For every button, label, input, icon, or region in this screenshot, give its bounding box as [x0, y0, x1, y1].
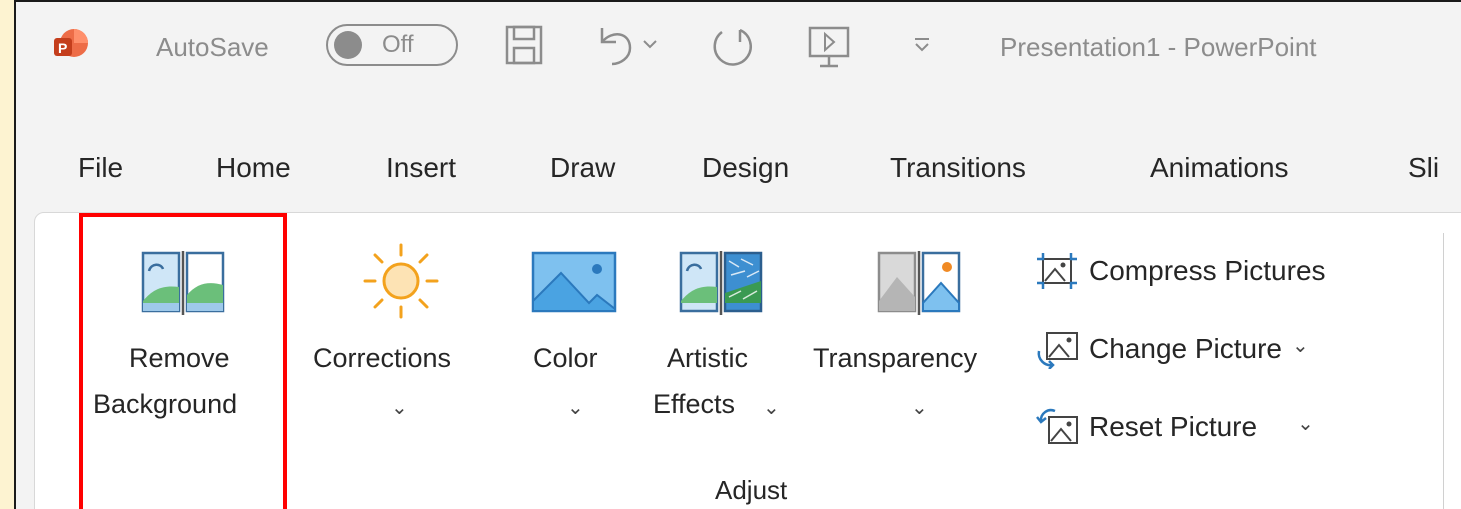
corrections-label: Corrections	[313, 343, 452, 373]
reset-picture-chevron-icon[interactable]: ⌄	[1297, 411, 1314, 436]
tab-draw[interactable]: Draw	[550, 152, 615, 184]
document-title: Presentation1 - PowerPoint	[1000, 32, 1317, 62]
ribbon-panel: Remove Background Corrections ⌄ Color ⌄ …	[34, 212, 1461, 509]
group-divider	[1443, 233, 1444, 509]
change-picture-button[interactable]: Change Picture ⌄	[1035, 327, 1309, 371]
save-icon[interactable]	[504, 24, 544, 66]
adjust-group-label: Adjust	[715, 475, 788, 505]
tab-animations[interactable]: Animations	[1150, 152, 1289, 184]
change-picture-label: Change Picture	[1089, 333, 1283, 364]
svg-text:P: P	[58, 40, 67, 56]
tab-home[interactable]: Home	[216, 152, 291, 184]
tab-design[interactable]: Design	[702, 152, 789, 184]
artistic-effects-icon	[679, 251, 763, 315]
autosave-state: Off	[382, 31, 414, 58]
color-picture-icon	[531, 251, 617, 313]
transparency-chevron-icon: ⌄	[911, 397, 928, 419]
artistic-effects-button[interactable]: Artistic Effects ⌄	[635, 213, 805, 453]
artistic-effects-label-line2: Effects	[653, 389, 736, 419]
reset-picture-button[interactable]: Reset Picture ⌄	[1035, 405, 1314, 449]
corrections-sun-icon	[363, 243, 439, 319]
powerpoint-logo-icon[interactable]: P	[54, 28, 88, 62]
toggle-knob	[334, 31, 362, 59]
change-picture-icon	[1037, 332, 1078, 369]
present-from-start-icon[interactable]	[806, 24, 852, 70]
artistic-effects-chevron-icon: ⌄	[763, 397, 780, 419]
reset-picture-label: Reset Picture	[1089, 411, 1258, 442]
customize-qat-icon[interactable]	[912, 36, 932, 54]
title-bar: P AutoSave Off Presentation1 - PowerPoin…	[16, 2, 1461, 112]
tab-slideshow[interactable]: Sli	[1408, 152, 1439, 184]
compress-pictures-icon	[1037, 253, 1077, 289]
dropdown-chevron-icon[interactable]	[642, 38, 658, 50]
tab-insert[interactable]: Insert	[386, 152, 456, 184]
transparency-button[interactable]: Transparency ⌄	[813, 213, 1027, 453]
autosave-toggle[interactable]: Off	[326, 24, 458, 66]
ribbon-tabs: File Home Insert Draw Design Transitions…	[16, 152, 1461, 200]
corrections-button[interactable]: Corrections ⌄	[303, 213, 499, 453]
autosave-label: AutoSave	[156, 32, 269, 62]
artistic-effects-label-line1: Artistic	[667, 343, 748, 373]
compress-pictures-button[interactable]: Compress Pictures	[1035, 249, 1326, 293]
color-label: Color	[533, 343, 598, 373]
transparency-icon	[877, 251, 961, 315]
color-chevron-icon: ⌄	[567, 397, 584, 419]
undo-icon[interactable]	[592, 24, 636, 66]
transparency-label: Transparency	[813, 343, 978, 373]
compress-pictures-label: Compress Pictures	[1089, 255, 1326, 286]
tab-transitions[interactable]: Transitions	[890, 152, 1026, 184]
reset-picture-icon	[1036, 408, 1078, 444]
color-button[interactable]: Color ⌄	[513, 213, 617, 453]
redo-icon[interactable]	[710, 24, 754, 68]
powerpoint-window: P AutoSave Off Presentation1 - PowerPoin…	[14, 0, 1461, 509]
tab-file[interactable]: File	[78, 152, 123, 184]
remove-background-highlight	[79, 213, 287, 509]
change-picture-chevron-icon[interactable]: ⌄	[1292, 333, 1309, 358]
corrections-chevron-icon: ⌄	[391, 397, 408, 419]
